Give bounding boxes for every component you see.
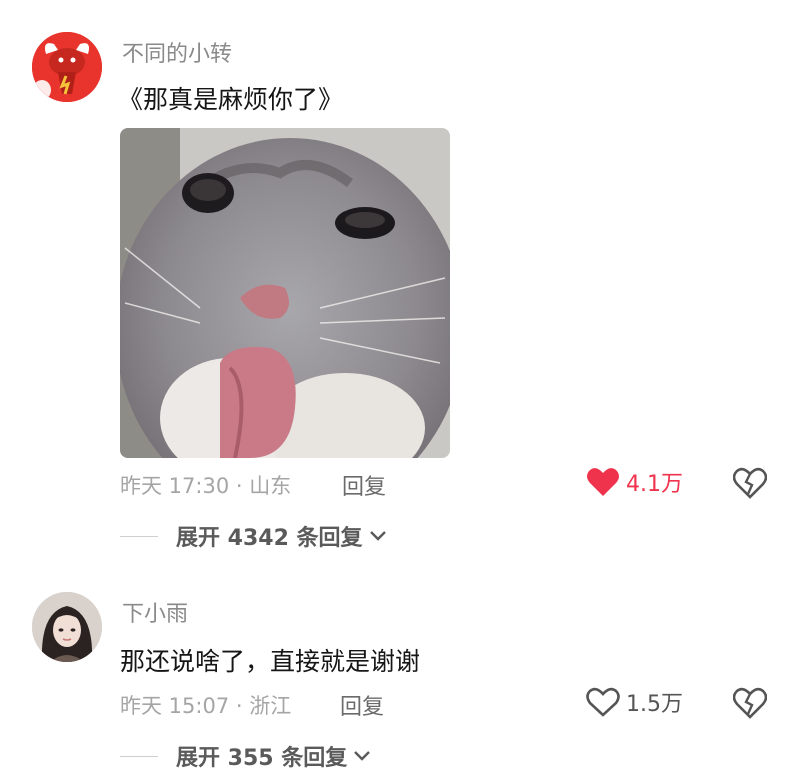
comment-username[interactable]: 下小雨 bbox=[122, 596, 188, 628]
dislike-button[interactable] bbox=[732, 466, 768, 500]
like-count: 1.5万 bbox=[626, 692, 683, 717]
broken-heart-icon bbox=[732, 687, 768, 719]
chevron-down-icon bbox=[369, 531, 386, 541]
divider-line bbox=[120, 535, 158, 537]
expand-replies[interactable]: 展开 355 条回复 bbox=[120, 740, 371, 772]
dislike-button[interactable] bbox=[732, 686, 768, 720]
like-button[interactable]: 1.5万 bbox=[586, 686, 683, 718]
cat-sticker-image[interactable] bbox=[120, 128, 450, 458]
expand-replies-label: 展开 4342 条回复 bbox=[176, 526, 363, 551]
heart-filled-icon bbox=[587, 468, 619, 496]
cat-image bbox=[120, 128, 450, 458]
comment-time-location: 昨天 15:07 · 浙江 bbox=[120, 694, 292, 718]
chevron-down-icon bbox=[354, 751, 371, 761]
reply-button[interactable]: 回复 bbox=[342, 469, 386, 501]
reply-button[interactable]: 回复 bbox=[340, 689, 384, 721]
comment-text: 《那真是麻烦你了》 bbox=[118, 85, 344, 114]
like-button[interactable]: 4.1万 bbox=[586, 466, 683, 498]
heart-outline-icon bbox=[586, 687, 620, 717]
girl-portrait-icon bbox=[32, 592, 102, 662]
avatar-comment-1[interactable] bbox=[32, 32, 102, 102]
red-mascot-icon bbox=[32, 32, 102, 102]
avatar-comment-2[interactable] bbox=[32, 592, 102, 662]
comment-username[interactable]: 不同的小转 bbox=[122, 36, 232, 68]
expand-replies-label: 展开 355 条回复 bbox=[176, 746, 348, 771]
expand-replies[interactable]: 展开 4342 条回复 bbox=[120, 520, 387, 552]
divider-line bbox=[120, 755, 158, 757]
like-count: 4.1万 bbox=[626, 472, 683, 497]
comment-text: 那还说啥了，直接就是谢谢 bbox=[120, 647, 421, 676]
broken-heart-icon bbox=[732, 467, 768, 499]
comment-time-location: 昨天 17:30 · 山东 bbox=[120, 474, 292, 498]
